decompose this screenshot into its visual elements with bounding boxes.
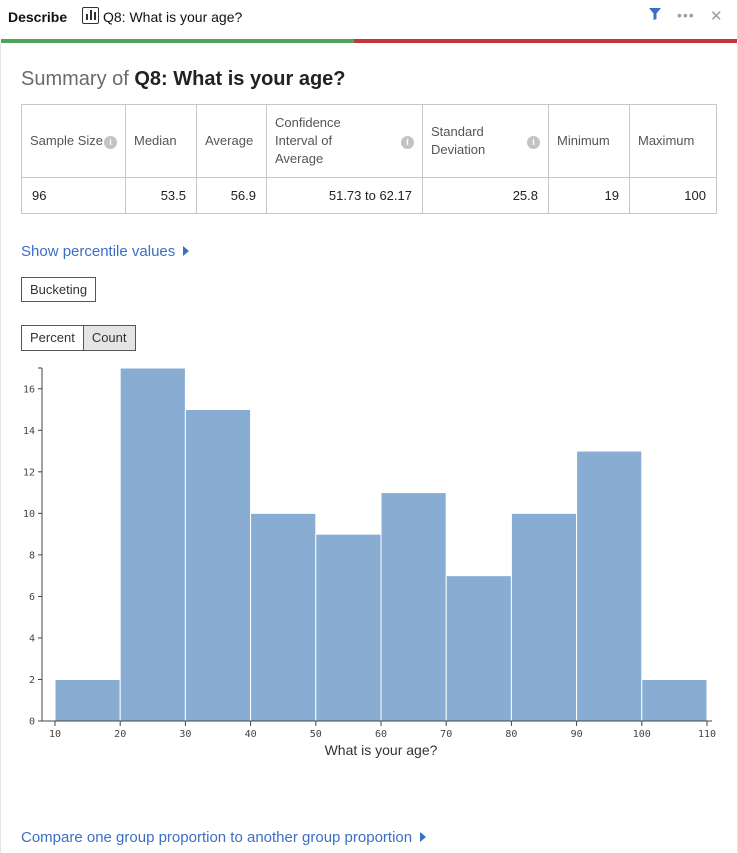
- show-percentile-label[interactable]: Show percentile values: [21, 243, 175, 260]
- histogram-bar: [445, 575, 512, 722]
- x-tick-label: 50: [310, 729, 322, 740]
- value-minimum: 19: [548, 177, 630, 214]
- y-tick-label: 6: [29, 592, 35, 603]
- y-tick-label: 10: [23, 509, 35, 520]
- y-tick-label: 16: [23, 384, 35, 395]
- x-tick-label: 30: [179, 729, 191, 740]
- histogram-bar: [315, 533, 382, 722]
- caret-right-icon: [183, 246, 190, 257]
- value-average: 56.9: [196, 177, 267, 214]
- panel-header: Describe Q8: What is your age? ••• ✕: [0, 0, 738, 40]
- header-confidence-interval: Confidence Interval of Average i: [266, 104, 423, 178]
- bucketing-button[interactable]: Bucketing: [21, 277, 97, 302]
- y-tick-label: 0: [29, 717, 35, 728]
- statistics-table: Sample Size i Median Average Confidence I…: [21, 104, 717, 214]
- close-icon[interactable]: ✕: [710, 7, 723, 25]
- statistics-value-row: 96 53.5 56.9 51.73 to 62.17 25.8 19 100: [21, 177, 717, 214]
- histogram-bar: [380, 492, 447, 722]
- info-icon[interactable]: i: [104, 135, 117, 149]
- x-tick-label: 70: [440, 729, 452, 740]
- histogram-bar: [184, 409, 252, 722]
- x-tick-label: 10: [49, 729, 61, 740]
- x-tick-label: 80: [505, 729, 517, 740]
- value-standard-deviation: 25.8: [422, 177, 549, 214]
- show-percentile-link[interactable]: Show percentile values: [21, 243, 190, 260]
- summary-heading: Summary of Q8: What is your age?: [21, 68, 346, 91]
- header-maximum: Maximum: [629, 104, 717, 178]
- y-tick-label: 14: [23, 426, 35, 437]
- value-maximum: 100: [629, 177, 717, 214]
- summary-prefix: Summary of: [21, 68, 129, 90]
- caret-right-icon: [420, 832, 427, 843]
- histogram-bar: [576, 450, 643, 722]
- y-tick-label: 12: [23, 467, 35, 478]
- compare-proportion-label[interactable]: Compare one group proportion to another …: [21, 829, 412, 846]
- filter-icon[interactable]: [649, 8, 661, 20]
- info-icon[interactable]: i: [527, 135, 540, 149]
- y-tick-label: 2: [29, 675, 35, 686]
- value-confidence-interval: 51.73 to 62.17: [266, 177, 423, 214]
- y-tick-label: 4: [29, 633, 35, 644]
- value-median: 53.5: [125, 177, 197, 214]
- compare-proportion-link[interactable]: Compare one group proportion to another …: [21, 829, 427, 846]
- header-label: Standard Deviation: [431, 124, 486, 157]
- header-label: Confidence Interval of Average: [275, 115, 341, 166]
- summary-question: Q8: What is your age?: [134, 68, 346, 90]
- bar-chart-icon: [82, 7, 99, 24]
- x-tick-label: 60: [375, 729, 387, 740]
- count-button[interactable]: Count: [82, 326, 135, 350]
- header-label: Sample Size: [30, 133, 103, 148]
- x-axis-label: What is your age?: [325, 742, 438, 758]
- header-standard-deviation: Standard Deviation i: [422, 104, 549, 178]
- histogram-bar: [119, 367, 186, 722]
- x-tick-label: 100: [633, 729, 651, 740]
- header-median: Median: [125, 104, 197, 178]
- more-options-icon[interactable]: •••: [677, 7, 695, 23]
- percent-button[interactable]: Percent: [22, 326, 83, 350]
- header-sample-size: Sample Size i: [21, 104, 126, 178]
- value-sample-size: 96: [21, 177, 126, 214]
- x-tick-label: 20: [114, 729, 126, 740]
- histogram-bar: [250, 512, 317, 722]
- info-icon[interactable]: i: [401, 135, 414, 149]
- x-tick-label: 110: [698, 729, 716, 740]
- y-tick-label: 8: [29, 550, 35, 561]
- statistics-header-row: Sample Size i Median Average Confidence I…: [21, 104, 717, 178]
- percent-count-toggle: Percent Count: [21, 325, 136, 351]
- describe-title: Describe: [8, 9, 68, 25]
- histogram-bar: [54, 678, 121, 722]
- histogram-bar: [641, 678, 708, 722]
- histogram-bar: [510, 512, 578, 722]
- x-tick-label: 40: [245, 729, 257, 740]
- x-tick-label: 90: [571, 729, 583, 740]
- header-average: Average: [196, 104, 267, 178]
- header-minimum: Minimum: [548, 104, 630, 178]
- age-histogram: 0 2 4 6 8 10 12 14 16 10 20 30 40 50 60 70 80 90 100 110 Wh…: [23, 367, 716, 758]
- question-title: Q8: What is your age?: [103, 9, 243, 25]
